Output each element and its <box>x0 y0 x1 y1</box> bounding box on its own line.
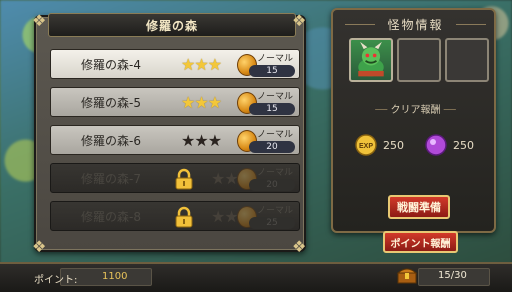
stage-name: 修羅の森-7 <box>81 171 141 186</box>
empty-star-icon: ★ <box>194 130 208 150</box>
progress-value: 15/30 <box>438 270 467 281</box>
monster-info-title: 怪物情報 <box>387 18 444 32</box>
empty-star-icon: ★ <box>207 130 222 150</box>
ornament-icon: ❖ <box>292 237 307 256</box>
divider: ── <box>375 105 388 116</box>
footer-bar: ポイント: 1100 15/30 <box>0 262 512 292</box>
divider: ── <box>443 105 456 116</box>
monster-info-panel: 怪物情報 ── クリア報酬 ── EXP 250 250 戦闘準備 <box>331 8 496 233</box>
difficulty-label: ノーマル <box>257 206 294 216</box>
monster-slot[interactable] <box>349 38 393 82</box>
empty-star-icon: ★ <box>211 206 225 226</box>
stage-row[interactable]: 修羅の森-4 ★★★ ノーマル 15 <box>50 49 300 79</box>
panel-title: 修羅の森 <box>145 18 198 33</box>
stamina-cost: 15 <box>249 65 295 77</box>
clear-reward-label: ── クリア報酬 ── <box>333 101 498 116</box>
panel-title-bar: 修羅の森 <box>48 13 296 37</box>
stamina-cost: 15 <box>249 103 295 115</box>
star-icon: ★ <box>181 54 195 74</box>
stamina-cost: 20 <box>249 179 295 191</box>
exp-icon: EXP <box>355 134 377 156</box>
stage-name: 修羅の森-6 <box>81 133 141 148</box>
stage-name: 修羅の森-5 <box>81 95 141 110</box>
exp-reward-value: 250 <box>383 139 404 152</box>
star-icon: ★ <box>207 54 222 74</box>
clear-reward-text: クリア報酬 <box>390 105 441 116</box>
empty-star-icon: ★ <box>181 130 195 150</box>
stage-list-panel: 修羅の森 ❖ ❖ ❖ ❖ 修羅の森-4 ★★★ ノーマル 15 修羅の森-5 ★… <box>32 11 307 256</box>
difficulty-label: ノーマル <box>257 168 294 178</box>
treasure-chest-icon[interactable] <box>396 265 418 285</box>
exp-icon-text: EXP <box>359 143 373 150</box>
difficulty-label: ノーマル <box>257 130 294 140</box>
stage-name: 修羅の森-8 <box>81 209 141 224</box>
difficulty-label: ノーマル <box>257 92 294 102</box>
difficulty-label: ノーマル <box>257 54 294 64</box>
stamina-cost: 25 <box>249 217 295 229</box>
star-icon: ★ <box>181 92 195 112</box>
stage-row[interactable]: 修羅の森-5 ★★★ ノーマル 15 <box>50 87 300 117</box>
empty-star-icon: ★ <box>224 168 238 188</box>
battle-prepare-button[interactable]: 戦闘準備 <box>388 195 450 219</box>
point-label: ポイント: <box>34 275 78 286</box>
star-icon: ★ <box>207 92 222 112</box>
point-reward-button[interactable]: ポイント報酬 <box>383 231 458 253</box>
point-value: 1100 <box>102 271 128 282</box>
orb-icon <box>425 134 447 156</box>
orb-reward-value: 250 <box>453 139 474 152</box>
stage-row-locked: 修羅の森-8 ★★ ノーマル 25 <box>50 201 300 231</box>
monster-slot-empty[interactable] <box>445 38 489 82</box>
empty-star-icon: ★ <box>224 206 238 226</box>
monster-portrait-icon <box>358 41 384 77</box>
star-icon: ★ <box>194 54 208 74</box>
stamina-cost: 20 <box>249 141 295 153</box>
star-icon: ★ <box>194 92 208 112</box>
lock-icon <box>175 168 193 190</box>
ornament-icon: ❖ <box>32 237 47 256</box>
monster-slot-empty[interactable] <box>397 38 441 82</box>
ornament-icon: ❖ <box>32 11 47 30</box>
star-rating: ★★ <box>211 206 239 226</box>
stage-row-locked: 修羅の森-7 ★★ ノーマル 20 <box>50 163 300 193</box>
empty-star-icon: ★ <box>211 168 225 188</box>
star-rating: ★★ <box>211 168 239 188</box>
stage-name: 修羅の森-4 <box>81 57 141 72</box>
ornament-icon: ❖ <box>292 11 307 30</box>
star-rating: ★★★ <box>181 130 222 150</box>
stage-row[interactable]: 修羅の森-6 ★★★ ノーマル 20 <box>50 125 300 155</box>
lock-icon <box>175 206 193 228</box>
star-rating: ★★★ <box>181 54 222 74</box>
star-rating: ★★★ <box>181 92 222 112</box>
